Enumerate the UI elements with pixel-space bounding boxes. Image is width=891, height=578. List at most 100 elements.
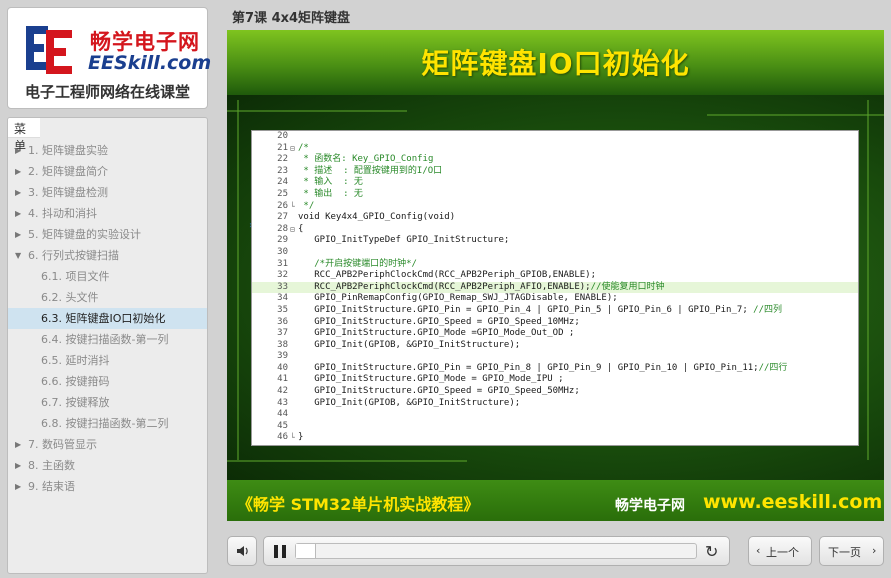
menu-item[interactable]: 6.2. 头文件 — [8, 287, 207, 308]
code-text: GPIO_Init(GPIOB, &GPIO_InitStructure); — [298, 340, 520, 352]
code-line: 46 └} — [252, 432, 858, 444]
line-number: 32 — [277, 270, 288, 281]
menu-item[interactable]: 6.3. 矩阵键盘IO口初始化 — [8, 308, 207, 329]
code-text: GPIO_InitStructure.GPIO_Speed = GPIO_Spe… — [298, 317, 580, 329]
menu-item-label: 6.8. 按键扫描函数-第二列 — [41, 417, 169, 430]
caret-right-icon[interactable]: ▶ — [15, 182, 21, 203]
menu-item[interactable]: ▶ 9. 结束语 — [8, 476, 207, 497]
menu-item[interactable]: ▶ 1. 矩阵键盘实验 — [8, 140, 207, 161]
pause-button[interactable] — [274, 545, 287, 558]
volume-button[interactable] — [227, 536, 257, 566]
video-frame[interactable]: 矩阵键盘IO口初始化 › 2021⊟/*22 * 函数名: Key_GPIO_C… — [227, 30, 884, 521]
code-line: 36 GPIO_InitStructure.GPIO_Speed = GPIO_… — [252, 317, 858, 329]
menu-item[interactable]: 6.4. 按键扫描函数-第一列 — [8, 329, 207, 350]
line-number: 35 — [277, 304, 288, 315]
code-line: 32 RCC_APB2PeriphClockCmd(RCC_APB2Periph… — [252, 270, 858, 282]
code-line: 41 GPIO_InitStructure.GPIO_Mode = GPIO_M… — [252, 374, 858, 386]
line-number: 21 — [277, 142, 288, 153]
code-line: 30 — [252, 247, 858, 259]
fold-marker-icon[interactable]: ⊟ — [290, 224, 295, 236]
previous-button[interactable]: ‹ 上一个 — [748, 536, 812, 566]
code-statement: } — [298, 432, 304, 443]
line-number: 26 — [277, 200, 288, 211]
line-number: 42 — [277, 386, 288, 397]
caret-down-icon[interactable]: ▼ — [15, 245, 21, 266]
caret-right-icon[interactable]: ▶ — [15, 224, 21, 245]
line-number: 38 — [277, 339, 288, 350]
playback-bar: ↻ — [263, 536, 730, 566]
code-text: */ — [298, 201, 314, 213]
line-number: 24 — [277, 177, 288, 188]
next-button[interactable]: 下一页 › — [819, 536, 884, 566]
code-text: GPIO_PinRemapConfig(GPIO_Remap_SWJ_JTAGD… — [298, 293, 618, 305]
menu-item[interactable]: ▶ 7. 数码管显示 — [8, 434, 207, 455]
code-statement: */ — [298, 200, 315, 211]
menu-list: ▶ 1. 矩阵键盘实验 ▶ 2. 矩阵键盘简介 ▶ 3. 矩阵键盘检测 ▶ 4. 抖动和消抖 ▶… — [8, 138, 207, 497]
menu-item[interactable]: ▶ 5. 矩阵键盘的实验设计 — [8, 224, 207, 245]
course-player-page: 畅学电子网 EESkill.com 电子工程师网络在线课堂 菜单 ▶ 1. 矩阵键… — [0, 0, 891, 578]
code-text: * 描述 : 配置按键用到的I/O口 — [298, 166, 442, 178]
line-number: 37 — [277, 328, 288, 339]
chevron-left-icon: ‹ — [756, 544, 761, 557]
code-text: { — [298, 224, 303, 236]
menu-item[interactable]: ▶ 4. 抖动和消抖 — [8, 203, 207, 224]
menu-item[interactable]: 6.1. 项目文件 — [8, 266, 207, 287]
menu-item-label: 2. 矩阵键盘简介 — [28, 165, 108, 178]
code-line: 29 GPIO_InitTypeDef GPIO_InitStructure; — [252, 235, 858, 247]
menu-item[interactable]: ▼ 6. 行列式按键扫描 — [8, 245, 207, 266]
code-statement: GPIO_PinRemapConfig(GPIO_Remap_SWJ_JTAGD… — [298, 293, 618, 304]
caret-right-icon[interactable]: ▶ — [15, 455, 21, 476]
menu-item-label: 6.7. 按键释放 — [41, 396, 110, 409]
code-line: 39 — [252, 351, 858, 363]
code-statement: * 输出 : 无 — [298, 188, 363, 199]
caret-right-icon[interactable]: ▶ — [15, 161, 21, 182]
caret-right-icon[interactable]: ▶ — [15, 434, 21, 455]
fold-marker-icon[interactable]: ⊟ — [290, 143, 295, 155]
menu-item[interactable]: ▶ 2. 矩阵键盘简介 — [8, 161, 207, 182]
line-number: 22 — [277, 154, 288, 165]
code-line: 21 ⊟/* — [252, 143, 858, 155]
line-number: 36 — [277, 316, 288, 327]
code-statement: GPIO_InitStructure.GPIO_Speed = GPIO_Spe… — [298, 316, 580, 327]
code-line: 35 GPIO_InitStructure.GPIO_Pin = GPIO_Pi… — [252, 305, 858, 317]
line-number: 27 — [277, 212, 288, 223]
eeskill-logo-icon — [26, 26, 72, 74]
code-line: 24 * 输入 : 无 — [252, 177, 858, 189]
pcb-trace — [707, 114, 884, 116]
menu-item-label: 6.6. 按键箝码 — [41, 375, 110, 388]
pcb-trace — [237, 100, 239, 460]
code-line: 40 GPIO_InitStructure.GPIO_Pin = GPIO_Pi… — [252, 363, 858, 375]
slide-title: 矩阵键盘IO口初始化 — [421, 47, 690, 80]
menu-item[interactable]: 6.6. 按键箝码 — [8, 371, 207, 392]
replay-icon[interactable]: ↻ — [705, 542, 718, 561]
code-text: GPIO_Init(GPIOB, &GPIO_InitStructure); — [298, 398, 520, 410]
menu-item[interactable]: 6.7. 按键释放 — [8, 392, 207, 413]
caret-right-icon[interactable]: ▶ — [15, 140, 21, 161]
menu-item[interactable]: 6.8. 按键扫描函数-第二列 — [8, 413, 207, 434]
progress-slider[interactable] — [295, 543, 697, 559]
site-name: 畅学电子网 — [615, 498, 685, 514]
line-number: 23 — [277, 165, 288, 176]
next-label: 下一页 — [828, 546, 861, 559]
line-number: 29 — [277, 235, 288, 246]
fold-marker-icon[interactable]: └ — [290, 201, 295, 213]
site-url: www.eeskill.com — [703, 491, 883, 513]
caret-right-icon[interactable]: ▶ — [15, 476, 21, 497]
code-statement: GPIO_InitStructure.GPIO_Mode =GPIO_Mode_… — [298, 328, 575, 339]
code-line: 38 GPIO_Init(GPIOB, &GPIO_InitStructure)… — [252, 340, 858, 352]
menu-item[interactable]: ▶ 8. 主函数 — [8, 455, 207, 476]
line-number: 25 — [277, 188, 288, 199]
code-text: GPIO_InitStructure.GPIO_Mode =GPIO_Mode_… — [298, 328, 574, 340]
code-statement: GPIO_InitStructure.GPIO_Pin = GPIO_Pin_4… — [298, 304, 748, 315]
menu-item[interactable]: 6.5. 延时消抖 — [8, 350, 207, 371]
caret-right-icon[interactable]: ▶ — [15, 203, 21, 224]
code-text: GPIO_InitStructure.GPIO_Pin = GPIO_Pin_8… — [298, 363, 787, 375]
line-number: 44 — [277, 409, 288, 420]
code-statement: void Key4x4_GPIO_Config(void) — [298, 212, 456, 223]
code-statement: GPIO_InitStructure.GPIO_Pin = GPIO_Pin_8… — [298, 362, 759, 373]
menu-item[interactable]: ▶ 3. 矩阵键盘检测 — [8, 182, 207, 203]
menu-item-label: 6.2. 头文件 — [41, 291, 99, 304]
menu-item-label: 3. 矩阵键盘检测 — [28, 186, 108, 199]
code-statement: RCC_APB2PeriphClockCmd(RCC_APB2Periph_AF… — [298, 281, 591, 292]
fold-marker-icon[interactable]: └ — [290, 432, 295, 444]
